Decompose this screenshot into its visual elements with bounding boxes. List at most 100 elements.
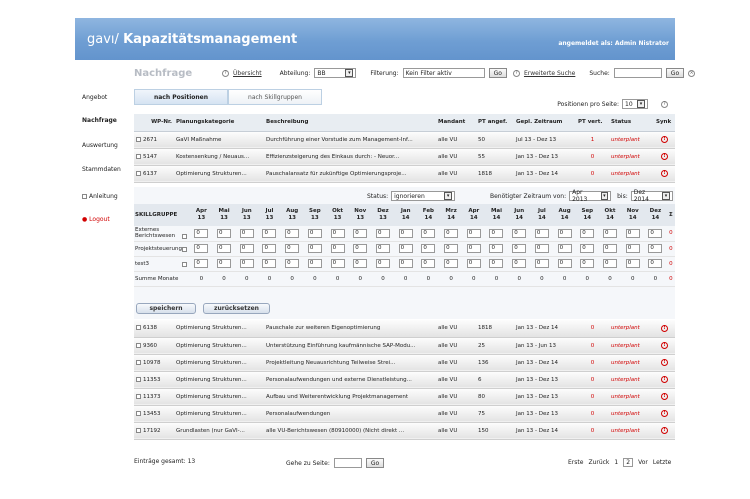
col-zeitraum[interactable]: Gepl. Zeitraum [514,114,576,132]
month-cell[interactable]: 0 [326,226,349,242]
pps-select[interactable]: 10 ▾ [622,99,648,109]
month-cell[interactable]: 0 [530,226,554,242]
sidebar-item-angebot[interactable]: Angebot [82,94,107,101]
goto-go-button[interactable]: Go [365,458,385,468]
warning-icon[interactable]: ! [661,359,668,366]
col-beschreibung[interactable]: Beschreibung [264,114,436,132]
month-input[interactable]: 0 [262,228,277,238]
month-input[interactable]: 0 [580,228,595,238]
month-input[interactable]: 0 [375,244,390,253]
month-input[interactable]: 0 [239,259,254,268]
month-input[interactable]: 0 [217,228,232,238]
table-row[interactable]: 11373 Optimierung Strukturen... Aufbau und… [134,388,675,406]
month-cell[interactable]: 0 [621,241,645,257]
month-cell[interactable]: 0 [485,241,508,257]
month-cell[interactable]: 0 [462,241,486,257]
month-input[interactable]: 0 [580,244,595,253]
month-input[interactable]: 0 [353,244,368,253]
month-input[interactable]: 0 [194,244,209,253]
table-row[interactable]: 11353 Optimierung Strukturen... Personalau… [134,371,675,389]
table-row[interactable]: 2671 GaVI Maßnahme Durchführung einer Vors… [134,131,675,149]
sidebar-item-anleitung[interactable]: Anleitung [82,193,118,200]
month-input[interactable]: 0 [557,259,572,268]
month-input[interactable]: 0 [444,244,459,253]
month-input[interactable]: 0 [421,228,436,238]
month-input[interactable]: 0 [603,259,617,268]
month-cell[interactable]: 0 [575,256,599,272]
month-input[interactable]: 0 [194,259,209,268]
month-cell[interactable]: 0 [644,226,667,242]
table-row[interactable]: 6138 Optimierung Strukturen... Pauschale z… [134,320,675,338]
overview-link[interactable]: Übersicht [233,70,262,77]
month-input[interactable]: 0 [285,259,300,268]
month-cell[interactable]: 0 [280,241,304,257]
month-cell[interactable]: 0 [575,226,599,242]
month-input[interactable]: 0 [353,259,368,268]
warning-icon[interactable]: ! [661,342,668,349]
month-cell[interactable]: 0 [439,241,463,257]
month-input[interactable]: 0 [398,259,413,268]
month-cell[interactable]: 0 [371,256,395,272]
month-cell[interactable]: 0 [439,226,463,242]
help-circle-icon[interactable]: ? [222,69,229,77]
month-cell[interactable]: 0 [190,226,213,242]
month-cell[interactable]: 0 [417,256,440,272]
save-button[interactable]: speichern [136,303,196,314]
month-cell[interactable]: 0 [212,226,236,242]
month-cell[interactable]: 0 [326,256,349,272]
month-input[interactable]: 0 [421,244,436,253]
month-input[interactable]: 0 [512,244,527,253]
page-first[interactable]: Erste [568,459,583,466]
row-checkbox[interactable] [136,393,141,399]
row-checkbox[interactable] [136,342,141,348]
month-cell[interactable]: 0 [507,241,531,257]
warning-icon[interactable]: ! [661,153,668,160]
dept-select[interactable]: BB ▾ [314,68,357,78]
advanced-search-link[interactable]: Erweiterte Suche [524,70,575,77]
month-cell[interactable]: 0 [485,226,508,242]
filter-go-button[interactable]: Go [488,68,507,78]
month-cell[interactable]: 0 [621,256,645,272]
month-cell[interactable]: 0 [621,226,645,242]
month-input[interactable]: 0 [603,244,617,253]
month-cell[interactable]: 0 [439,256,463,272]
row-checkbox[interactable] [136,410,141,416]
table-row[interactable]: 6137 Optimierung Strukturen... Pauschalans… [134,165,675,183]
warning-icon[interactable]: ! [661,170,668,177]
month-cell[interactable]: 0 [371,241,395,257]
col-status[interactable]: Status [609,114,654,132]
month-cell[interactable]: 0 [235,241,259,257]
month-input[interactable]: 0 [648,244,663,253]
sidebar-item-nachfrage[interactable]: Nachfrage [82,117,117,124]
warning-icon[interactable]: ! [661,410,668,417]
month-cell[interactable]: 0 [462,256,486,272]
month-cell[interactable]: 0 [258,241,281,257]
month-input[interactable]: 0 [557,228,572,238]
month-input[interactable]: 0 [466,244,481,253]
month-cell[interactable]: 0 [507,226,531,242]
month-cell[interactable]: 0 [303,226,327,242]
table-row[interactable]: 17192 Grundlasten (nur GaVI-... alle VU-Be… [134,422,675,440]
col-mandant[interactable]: Mandant [436,114,476,132]
month-cell[interactable]: 0 [280,226,304,242]
warning-icon[interactable]: ! [661,376,668,383]
to-select[interactable]: Dez 2014 ▾ [630,189,673,203]
month-input[interactable]: 0 [625,244,640,253]
month-input[interactable]: 0 [398,244,413,253]
table-row[interactable]: 9360 Optimierung Strukturen... Unterstützu… [134,337,675,355]
month-cell[interactable]: 0 [644,256,667,272]
from-select[interactable]: Apr 2013 ▾ [569,189,612,203]
month-input[interactable]: 0 [603,228,617,238]
month-cell[interactable]: 0 [348,256,372,272]
month-input[interactable]: 0 [648,228,663,238]
row-checkbox[interactable] [136,153,141,159]
page-next[interactable]: Vor [638,459,648,466]
month-input[interactable]: 0 [444,259,459,268]
month-cell[interactable]: 0 [394,256,418,272]
month-input[interactable]: 0 [239,228,254,238]
tab-nach-skillgruppen[interactable]: nach Skillgruppen [228,89,322,105]
month-cell[interactable]: 0 [530,241,554,257]
month-cell[interactable]: 0 [485,256,508,272]
month-cell[interactable]: 0 [190,256,213,272]
month-input[interactable]: 0 [512,228,527,238]
